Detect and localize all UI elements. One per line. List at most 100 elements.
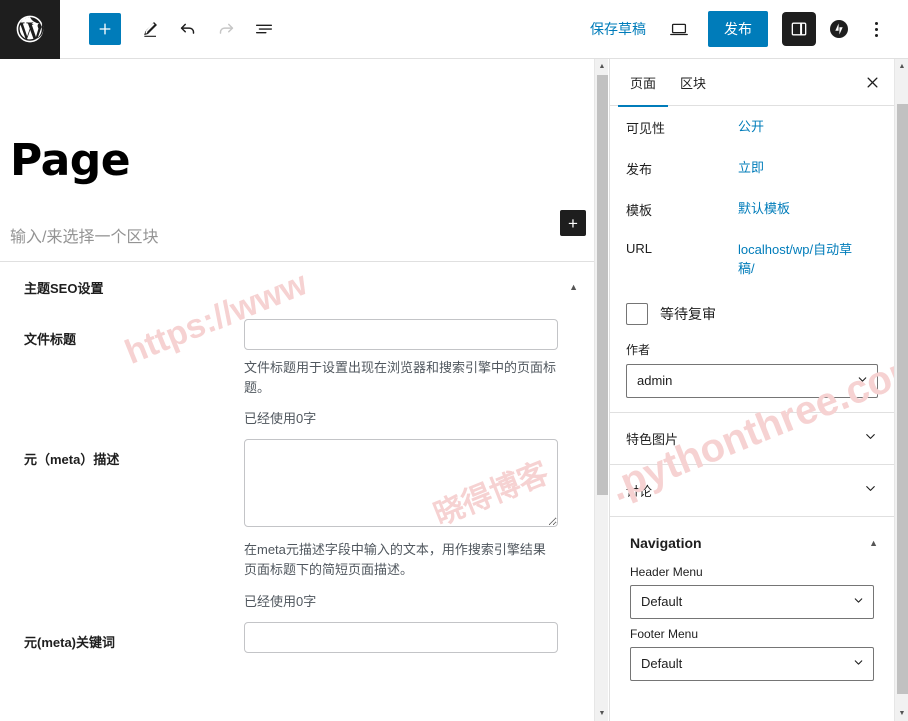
seo-field-control: 在meta元描述字段中输入的文本，用作搜索引擎结果页面标题下的简短页面描述。 已…	[244, 439, 572, 609]
status-row-visibility: 可见性 公开	[626, 106, 878, 147]
top-bar-right-tools: 保存草稿 发布	[580, 10, 908, 48]
empty-block-row[interactable]: 输入/来选择一个区块 +	[0, 183, 594, 253]
scrollbar-thumb[interactable]	[597, 75, 608, 495]
seo-field-file-title: 文件标题 文件标题用于设置出现在浏览器和搜索引擎中的页面标题。 已经使用0字	[0, 313, 594, 433]
sidebar-tabs: 页面 区块	[610, 59, 894, 107]
more-options-button[interactable]	[860, 12, 892, 46]
seo-field-count: 已经使用0字	[244, 593, 317, 609]
block-placeholder-text: 输入/来选择一个区块	[10, 229, 159, 246]
seo-field-meta-description: 元（meta）描述 在meta元描述字段中输入的文本，用作搜索引擎结果页面标题下…	[0, 433, 594, 615]
undo-button[interactable]	[169, 10, 207, 48]
pending-review-row: 等待复审	[626, 289, 878, 333]
panel-featured-image-header[interactable]: 特色图片	[610, 413, 894, 464]
editor-top-bar: 保存草稿 发布	[0, 0, 908, 59]
seo-field-help: 文件标题用于设置出现在浏览器和搜索引擎中的页面标题。	[244, 360, 557, 396]
footer-menu-label: Footer Menu	[630, 626, 699, 641]
chevron-down-icon[interactable]	[863, 429, 878, 447]
scroll-down-arrow[interactable]: ▼	[895, 706, 908, 721]
url-value-button[interactable]: localhost/wp/自动草稿/	[738, 241, 868, 279]
publish-button[interactable]: 发布	[708, 11, 768, 47]
row-label: 模板	[626, 203, 653, 218]
wordpress-logo-icon[interactable]	[0, 0, 60, 59]
panel-discussion-header[interactable]: 讨论	[610, 465, 894, 516]
tab-block[interactable]: 区块	[668, 59, 718, 107]
scroll-up-arrow[interactable]: ▲	[895, 59, 908, 74]
seo-metabox: 主题SEO设置 ▲ 文件标题 文件标题用于设置出现在浏览器和搜索引擎中的页面标题…	[0, 261, 594, 659]
chevron-down-icon[interactable]	[863, 481, 878, 499]
redo-button[interactable]	[207, 10, 245, 48]
block-inserter-button[interactable]: +	[560, 210, 586, 236]
tab-page[interactable]: 页面	[618, 59, 669, 107]
status-row-template: 模板 默认模板	[626, 188, 878, 229]
add-block-button[interactable]	[89, 13, 121, 45]
top-bar-left-tools	[60, 10, 283, 48]
pencil-icon	[144, 22, 157, 37]
author-select[interactable]: admin	[626, 363, 878, 398]
footer-menu-select[interactable]: Default	[630, 646, 874, 681]
chevron-up-icon[interactable]: ▲	[569, 283, 578, 292]
seo-field-label: 元(meta)关键词	[24, 634, 116, 650]
header-menu-select[interactable]: Default	[630, 584, 874, 619]
scroll-down-arrow[interactable]: ▼	[595, 706, 609, 721]
panel-title: 特色图片	[626, 431, 679, 447]
seo-field-control	[244, 621, 572, 653]
plus-icon	[99, 23, 111, 35]
status-row-url: URL localhost/wp/自动草稿/	[626, 229, 878, 289]
jetpack-icon	[830, 20, 848, 38]
file-title-input[interactable]	[244, 319, 558, 350]
meta-keywords-input[interactable]	[244, 621, 558, 653]
scroll-up-arrow[interactable]: ▲	[595, 59, 609, 74]
panel-navigation-body: Header Menu Default Footer Menu Default	[610, 565, 894, 697]
author-select-wrap: admin	[626, 363, 878, 398]
editor-canvas: Page 输入/来选择一个区块 + 主题SEO设置 ▲ 文件标题 文件标题用于设…	[0, 59, 594, 721]
seo-field-label: 文件标题	[24, 332, 77, 347]
seo-metabox-header[interactable]: 主题SEO设置 ▲	[0, 262, 594, 313]
sidebar-scrollbar[interactable]: ▲ ▼	[894, 59, 908, 721]
panel-title: Navigation	[630, 534, 702, 551]
seo-metabox-title: 主题SEO设置	[24, 281, 104, 296]
visibility-value-button[interactable]: 公开	[738, 118, 764, 137]
preview-button[interactable]	[660, 10, 698, 48]
page-title[interactable]: Page	[0, 59, 594, 183]
row-label: URL	[626, 241, 653, 256]
jetpack-button[interactable]	[824, 14, 854, 44]
chevron-up-icon[interactable]: ▲	[869, 538, 878, 548]
edit-tool-button[interactable]	[131, 10, 169, 48]
kebab-dot	[874, 21, 878, 25]
status-row-publish: 发布 立即	[626, 147, 878, 188]
footer-menu-select-wrap: Default	[630, 646, 874, 681]
publish-date-value-button[interactable]: 立即	[738, 159, 764, 178]
save-draft-button[interactable]: 保存草稿	[580, 13, 656, 45]
row-label: 可见性	[626, 121, 666, 136]
seo-field-help: 在meta元描述字段中输入的文本，用作搜索引擎结果页面标题下的简短页面描述。	[244, 542, 546, 578]
settings-sidebar: 页面 区块 可见性 公开 发布 立即 模板 默认模板 URL localhost…	[609, 59, 894, 721]
redo-icon	[219, 23, 234, 34]
laptop-preview-icon	[670, 23, 688, 36]
kebab-dot	[874, 27, 878, 31]
close-icon	[867, 77, 877, 87]
meta-description-textarea[interactable]	[244, 439, 558, 528]
seo-field-count: 已经使用0字	[244, 411, 317, 427]
undo-icon	[180, 23, 195, 34]
panel-navigation: Navigation ▲ Header Menu Default Footer …	[610, 517, 894, 697]
author-label: 作者	[626, 342, 651, 357]
close-sidebar-button[interactable]	[854, 64, 890, 100]
seo-field-control: 文件标题用于设置出现在浏览器和搜索引擎中的页面标题。 已经使用0字	[244, 319, 572, 427]
settings-sidebar-toggle[interactable]	[782, 12, 816, 46]
panel-navigation-header[interactable]: Navigation ▲	[610, 517, 894, 557]
kebab-dot	[874, 33, 878, 37]
page-status-section: 可见性 公开 发布 立即 模板 默认模板 URL localhost/wp/自动…	[610, 106, 894, 413]
editor-scrollbar[interactable]: ▲ ▼	[594, 59, 608, 721]
row-label: 发布	[626, 162, 653, 177]
pending-review-label: 等待复审	[660, 305, 716, 322]
seo-field-label: 元（meta）描述	[24, 452, 120, 468]
list-view-button[interactable]	[245, 10, 283, 48]
pending-review-checkbox[interactable]	[626, 302, 648, 325]
scrollbar-thumb[interactable]	[897, 104, 908, 694]
sidebar-toggle-icon	[791, 22, 807, 36]
template-value-button[interactable]: 默认模板	[738, 200, 790, 219]
header-menu-select-wrap: Default	[630, 584, 874, 619]
panel-featured-image: 特色图片	[610, 413, 894, 465]
seo-field-meta-keywords: 元(meta)关键词	[0, 616, 594, 659]
panel-title: 讨论	[626, 483, 653, 499]
